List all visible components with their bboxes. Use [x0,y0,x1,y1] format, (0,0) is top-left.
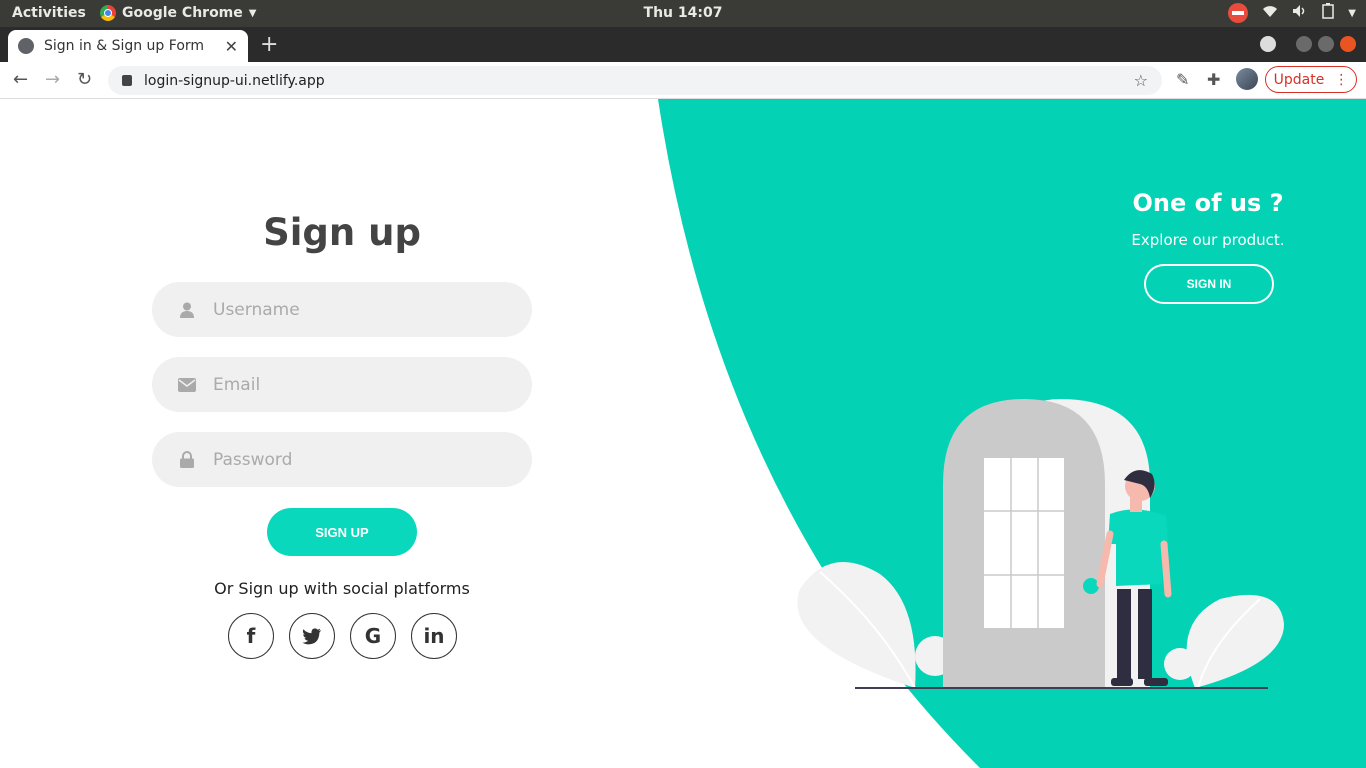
facebook-icon[interactable]: f [228,613,274,659]
form-title: Sign up [263,211,421,254]
page-viewport: Sign up SIGN UP Or Sign up with social p… [0,99,1366,768]
bookmark-star-icon[interactable]: ☆ [1134,71,1148,90]
chevron-down-icon: ▼ [248,7,257,19]
social-platforms-text: Or Sign up with social platforms [214,579,470,598]
signin-button[interactable]: SIGN IN [1144,264,1274,304]
forward-icon[interactable]: → [45,69,60,90]
app-menu[interactable]: Google Chrome ▼ [100,5,256,21]
lock-icon[interactable] [122,75,132,86]
system-tray[interactable]: ▼ [1228,3,1356,23]
system-top-bar: Activities Google Chrome ▼ Thu 14:07 ▼ [0,0,1366,27]
tab-title: Sign in & Sign up Form [44,38,205,54]
app-name: Google Chrome [122,5,243,21]
new-tab-button[interactable]: + [260,32,278,57]
activities-button[interactable]: Activities [12,5,86,21]
maximize-button[interactable] [1318,36,1334,52]
tab-strip: Sign in & Sign up Form ✕ + [0,27,1366,62]
signup-button[interactable]: SIGN UP [267,508,417,556]
twitter-icon[interactable] [289,613,335,659]
system-menu-chevron-icon[interactable]: ▼ [1348,8,1356,19]
username-field[interactable] [152,282,532,337]
eyedropper-extension-icon[interactable]: ✎ [1176,70,1189,89]
email-field[interactable] [152,357,532,412]
browser-toolbar: ← → ↻ login-signup-ui.netlify.app ☆ ✎ ✚ [0,62,1366,99]
password-field[interactable] [152,432,532,487]
signin-panel: One of us ? Explore our product. [1108,189,1308,249]
google-icon[interactable]: G [350,613,396,659]
close-tab-icon[interactable]: ✕ [225,37,238,56]
extensions-puzzle-icon[interactable]: ✚ [1207,70,1220,89]
tab-search-icon[interactable] [1260,36,1276,52]
reload-icon[interactable]: ↻ [77,69,92,90]
social-links: f G in [228,613,457,659]
update-label: Update [1273,71,1325,88]
lock-icon [178,451,196,469]
password-input[interactable] [213,449,513,470]
door-illustration [797,399,1284,689]
panel-subtitle: Explore our product. [1131,231,1285,249]
email-input[interactable] [213,374,513,395]
close-window-button[interactable] [1340,36,1356,52]
envelope-icon [178,376,196,394]
globe-icon [18,38,34,54]
url-text[interactable]: login-signup-ui.netlify.app [144,73,1134,89]
browser-tab[interactable]: Sign in & Sign up Form ✕ [8,30,248,62]
volume-icon[interactable] [1292,4,1308,22]
linkedin-icon[interactable]: in [411,613,457,659]
kebab-menu-icon: ⋮ [1334,71,1349,88]
window-controls [1260,36,1356,52]
chrome-logo-icon [100,5,116,21]
back-icon[interactable]: ← [13,69,28,90]
minimize-button[interactable] [1296,36,1312,52]
username-input[interactable] [213,299,513,320]
battery-icon[interactable] [1322,3,1335,23]
update-button[interactable]: Update ⋮ [1265,66,1357,93]
address-bar[interactable]: login-signup-ui.netlify.app ☆ [108,66,1162,95]
profile-avatar[interactable] [1236,68,1258,90]
user-icon [178,301,196,319]
do-not-disturb-icon[interactable] [1228,3,1249,23]
wifi-icon[interactable] [1262,4,1278,22]
panel-title: One of us ? [1132,189,1284,217]
